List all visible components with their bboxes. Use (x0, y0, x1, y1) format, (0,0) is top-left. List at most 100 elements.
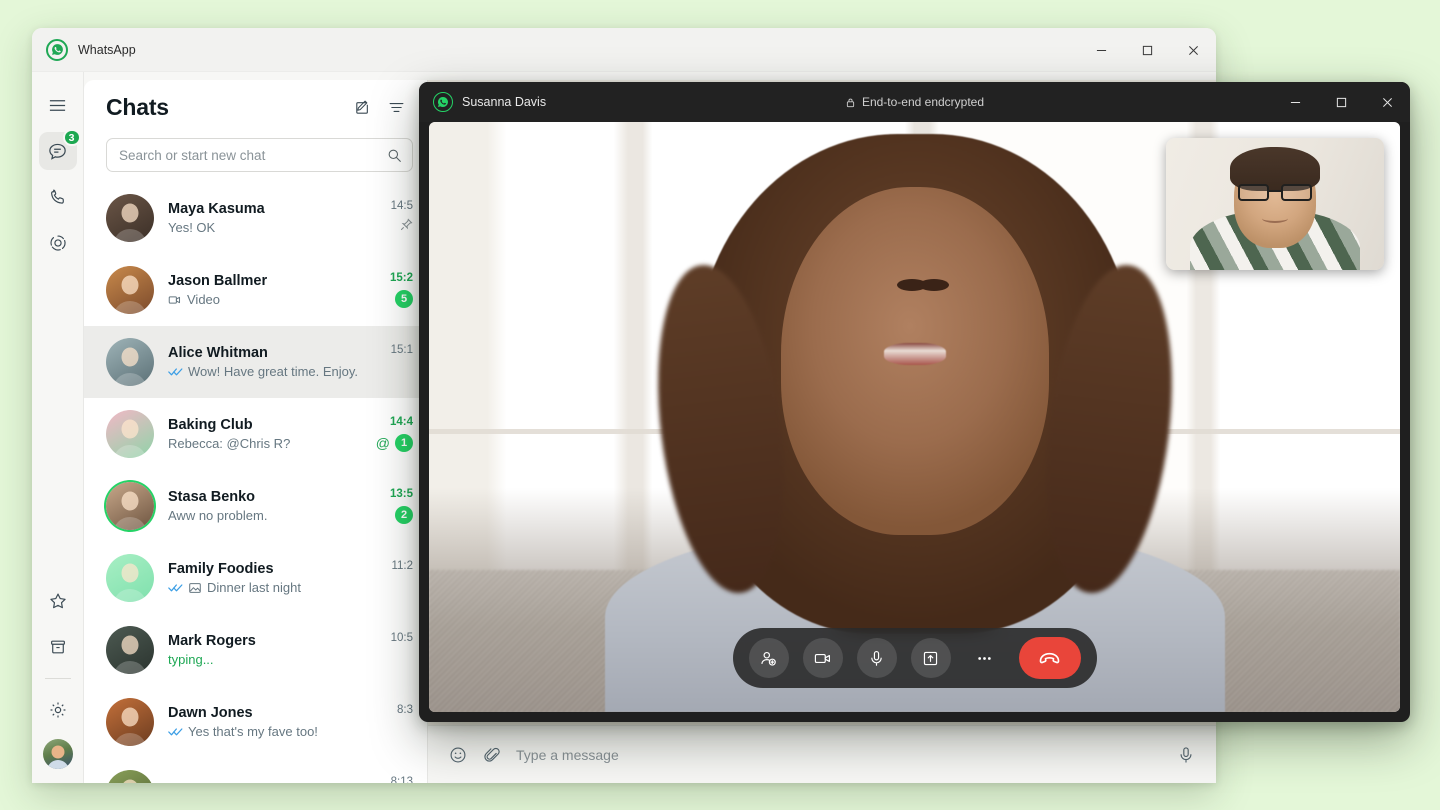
chat-list-panel: Chats Search or start new chat Maya Kasu… (84, 80, 428, 783)
chat-timestamp: 14:5 (390, 200, 413, 212)
remote-subject-face (780, 186, 1049, 535)
encryption-status: End-to-end endcrypted (419, 95, 1410, 109)
self-view-pip[interactable] (1166, 138, 1384, 270)
chat-list[interactable]: Maya Kasuma Yes! OK 14:5 Jason Ballmer Video… (84, 182, 427, 783)
chat-row-meta: 8:13 (367, 776, 413, 783)
sidebar-item-status[interactable] (39, 224, 77, 262)
read-receipt-ticks-icon (168, 581, 183, 594)
chat-row-meta: 13:5 2 (367, 488, 413, 524)
chat-preview-text: Yes that's my fave too! (188, 724, 318, 739)
chat-row-meta: 11:2 (367, 560, 413, 596)
settings-gear-icon[interactable] (39, 691, 77, 729)
chat-avatar (106, 410, 154, 458)
chat-name: Baking Club (168, 417, 253, 433)
chat-preview: Video (168, 292, 359, 307)
subject-mouth (883, 343, 946, 366)
chat-timestamp: 15:1 (390, 344, 413, 356)
new-chat-compose-icon[interactable] (345, 90, 379, 124)
profile-avatar[interactable] (42, 739, 73, 769)
sidebar-item-calls[interactable] (39, 178, 77, 216)
emoji-smiley-icon[interactable] (448, 745, 468, 765)
search-box[interactable] (106, 138, 413, 172)
chat-preview: Dinner last night (168, 580, 359, 595)
chat-row-text: Dawn Jones Yes that's my fave too! (168, 705, 359, 739)
chat-list-item[interactable]: Jason Ballmer Video 15:2 5 (84, 254, 427, 326)
chat-row-badges: 5 (395, 290, 413, 308)
chat-row-meta: 8:3 (367, 704, 413, 740)
minimize-button[interactable] (1078, 28, 1124, 72)
search-input[interactable] (119, 147, 387, 163)
video-camera-icon[interactable] (802, 638, 843, 678)
chat-name: Alice Whitman (168, 345, 268, 361)
main-window-controls (1078, 28, 1216, 72)
chat-preview: Rebecca: @Chris R? (168, 436, 359, 451)
chat-row-badges: @1 (376, 434, 413, 452)
filter-list-icon[interactable] (379, 90, 413, 124)
chat-row-text: Stasa Benko Aww no problem. (168, 489, 359, 523)
call-maximize-button[interactable] (1318, 82, 1364, 122)
search-wrapper (84, 134, 427, 182)
chat-avatar (106, 554, 154, 602)
app-title: WhatsApp (78, 42, 136, 57)
chat-timestamp: 10:5 (390, 632, 413, 644)
close-button[interactable] (1170, 28, 1216, 72)
rail-divider (44, 678, 71, 679)
chat-list-item[interactable]: Baking Club Rebecca: @Chris R? 14:4 @1 (84, 398, 427, 470)
maximize-button[interactable] (1124, 28, 1170, 72)
chat-name: Maya Kasuma (168, 201, 265, 217)
chat-row-text: Mark Rogers typing... (168, 633, 359, 667)
chat-list-item[interactable]: Stasa Benko Aww no problem. 13:5 2 (84, 470, 427, 542)
chat-name: Jason Ballmer (168, 273, 268, 289)
chat-row-text: Jason Ballmer Video (168, 273, 359, 307)
call-controls-toolbar (732, 628, 1097, 688)
chat-preview-text: Wow! Have great time. Enjoy. (188, 364, 359, 379)
unread-count-badge: 2 (395, 506, 413, 524)
chat-preview-text: Dinner last night (207, 580, 301, 595)
call-minimize-button[interactable] (1272, 82, 1318, 122)
microphone-icon[interactable] (856, 638, 897, 678)
microphone-icon[interactable] (1176, 745, 1196, 765)
archive-icon[interactable] (39, 628, 77, 666)
hamburger-menu-icon[interactable] (39, 86, 77, 124)
search-icon (387, 148, 402, 163)
chat-preview: Yes that's my fave too! (168, 724, 359, 739)
end-call-icon[interactable] (1018, 637, 1081, 679)
chat-avatar (106, 338, 154, 386)
chat-list-item[interactable]: Family Foodies Dinner last night 11:2 (84, 542, 427, 614)
add-participant-icon[interactable] (748, 638, 789, 678)
desktop-background: WhatsApp 3 Chats Search or start new cha… (0, 0, 1440, 810)
video-camera-icon (168, 293, 182, 307)
chat-preview: Aww no problem. (168, 508, 359, 523)
chat-list-item[interactable]: Alice Whitman Wow! Have great time. Enjoy… (84, 326, 427, 398)
more-options-icon[interactable] (965, 638, 1005, 678)
chat-preview: typing... (168, 652, 359, 667)
chat-name: Dawn Jones (168, 705, 253, 721)
chat-avatar (106, 482, 154, 530)
photo-icon (188, 581, 202, 595)
mention-icon: @ (375, 435, 390, 451)
chat-row-text: Maya Kasuma Yes! OK (168, 201, 359, 235)
chat-name: Family Foodies (168, 561, 274, 577)
chat-avatar (106, 770, 154, 783)
chat-preview-text: Aww no problem. (168, 508, 268, 523)
chat-row-meta: 14:5 (367, 200, 413, 236)
sidebar-item-chats[interactable]: 3 (38, 129, 81, 170)
unread-count-badge: 1 (395, 434, 413, 452)
paperclip-attach-icon[interactable] (482, 745, 502, 765)
star-icon[interactable] (39, 582, 77, 620)
message-input[interactable] (516, 746, 1162, 763)
chat-list-item[interactable]: Ziggy Woodley8:13 (84, 758, 427, 783)
chat-avatar (106, 626, 154, 674)
chat-list-item[interactable]: Mark Rogers typing... 10:5 (84, 614, 427, 686)
read-receipt-ticks-icon (168, 365, 183, 378)
chat-row-text: Family Foodies Dinner last night (168, 561, 359, 595)
chat-row-meta: 10:5 (367, 632, 413, 668)
navigation-rail: 3 (32, 72, 84, 783)
chat-list-item[interactable]: Dawn Jones Yes that's my fave too! 8:3 (84, 686, 427, 758)
share-screen-icon[interactable] (910, 638, 951, 678)
self-view-smile (1262, 214, 1288, 223)
call-close-button[interactable] (1364, 82, 1410, 122)
chat-timestamp: 13:5 (389, 488, 413, 500)
chat-list-item[interactable]: Maya Kasuma Yes! OK 14:5 (84, 182, 427, 254)
message-composer (428, 725, 1216, 783)
